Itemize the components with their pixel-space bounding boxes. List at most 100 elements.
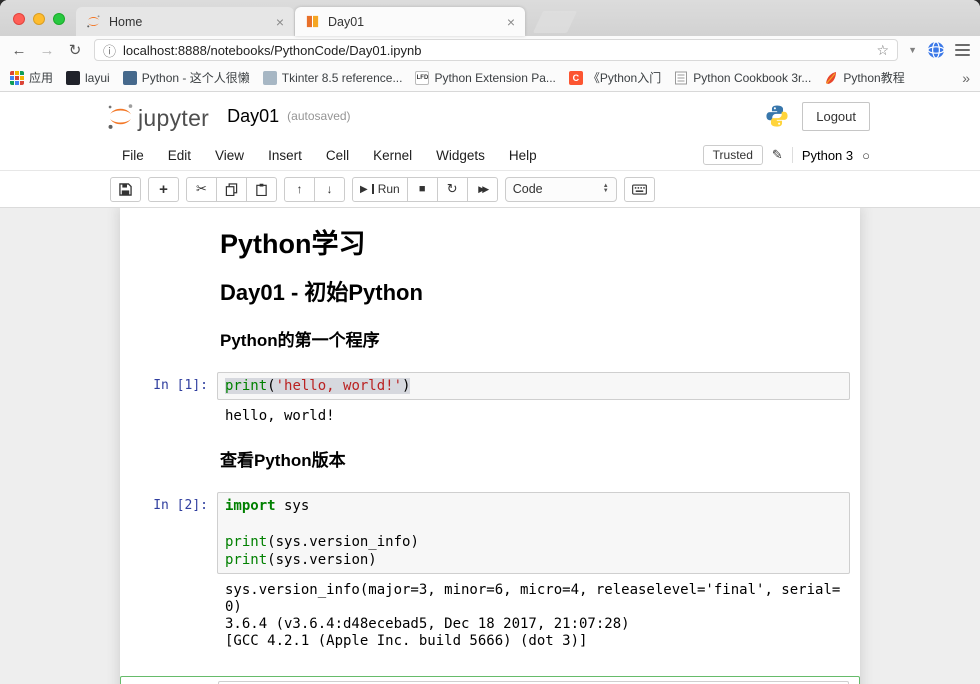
run-cell-button[interactable]: ▶ Run bbox=[352, 177, 408, 202]
heading-first-program: Python的第一个程序 bbox=[220, 331, 850, 350]
input-prompt-2: In [2]: bbox=[120, 492, 217, 514]
trusted-button[interactable]: Trusted bbox=[703, 145, 763, 165]
autosave-status: (autosaved) bbox=[287, 109, 350, 123]
bookmark-csdn[interactable]: C 《Python入门 bbox=[569, 69, 661, 86]
code-cell-2[interactable]: In [2]: import sys print(sys.version_inf… bbox=[120, 492, 860, 574]
save-button[interactable] bbox=[110, 177, 141, 202]
forward-button[interactable]: → bbox=[38, 42, 56, 59]
logout-button[interactable]: Logout bbox=[802, 102, 870, 131]
command-palette-button[interactable] bbox=[624, 177, 655, 202]
notebook-favicon bbox=[305, 14, 320, 29]
bookmark-cookbook[interactable]: Python Cookbook 3r... bbox=[674, 71, 811, 85]
menu-file[interactable]: File bbox=[110, 148, 156, 163]
downloads-dropdown-icon[interactable]: ▼ bbox=[908, 45, 917, 55]
extension-globe-icon[interactable] bbox=[927, 41, 945, 59]
move-cell-up-button[interactable]: ↑ bbox=[284, 177, 315, 202]
copy-icon bbox=[225, 183, 238, 196]
menu-view[interactable]: View bbox=[203, 148, 256, 163]
tab-home-close-icon[interactable]: × bbox=[276, 14, 284, 30]
notebook-scroll-area[interactable]: Python学习 Day01 - 初始Python Python的第一个程序 I… bbox=[0, 208, 980, 684]
restart-run-all-button[interactable]: ▶▶ bbox=[467, 177, 498, 202]
menu-widgets[interactable]: Widgets bbox=[424, 148, 497, 163]
kernel-idle-icon: ○ bbox=[862, 148, 870, 163]
output-text-1: hello, world! bbox=[217, 408, 850, 425]
output-prompt-spacer bbox=[120, 582, 217, 650]
bookmark-layui[interactable]: layui bbox=[66, 71, 110, 85]
bookmark-apps[interactable]: 应用 bbox=[10, 69, 53, 86]
minimize-window-button[interactable] bbox=[33, 13, 45, 25]
stop-icon: ■ bbox=[419, 183, 426, 195]
arrow-down-icon: ↓ bbox=[327, 182, 333, 196]
new-tab-button[interactable] bbox=[533, 11, 577, 33]
tab-home[interactable]: Home × bbox=[76, 7, 294, 36]
cut-cell-button[interactable]: ✂ bbox=[186, 177, 217, 202]
select-carets-icon: ▲▼ bbox=[603, 184, 609, 194]
add-cell-button[interactable]: + bbox=[148, 177, 179, 202]
input-prompt-1: In [1]: bbox=[120, 372, 217, 394]
bookmark-tkinter[interactable]: Tkinter 8.5 reference... bbox=[263, 71, 403, 85]
move-cell-down-button[interactable]: ↓ bbox=[314, 177, 345, 202]
apps-grid-icon bbox=[10, 71, 24, 85]
bookmark-label: layui bbox=[85, 71, 110, 85]
jupyter-favicon bbox=[86, 14, 101, 29]
tab-day01-close-icon[interactable]: × bbox=[507, 14, 515, 30]
separator bbox=[792, 147, 793, 163]
bookmark-python-blog[interactable]: Python - 这个人很懒 bbox=[123, 69, 250, 86]
menu-help[interactable]: Help bbox=[497, 148, 549, 163]
kernel-name: Python 3 bbox=[802, 148, 853, 163]
url-text[interactable]: localhost:8888/notebooks/PythonCode/Day0… bbox=[123, 43, 870, 58]
jupyter-logo[interactable]: jupyter bbox=[106, 102, 209, 131]
browser-menu-icon[interactable] bbox=[955, 44, 970, 56]
feather-favicon bbox=[824, 71, 838, 85]
paste-cell-button[interactable] bbox=[246, 177, 277, 202]
notebook-title[interactable]: Day01 bbox=[227, 106, 279, 127]
back-button[interactable]: ← bbox=[10, 42, 28, 59]
paste-icon bbox=[255, 183, 268, 196]
copy-cell-button[interactable] bbox=[216, 177, 247, 202]
code-editor-1[interactable]: print('hello, world!') bbox=[217, 372, 850, 400]
page-info-icon[interactable]: ⓘ bbox=[103, 41, 116, 60]
markdown-cell-version[interactable]: 查看Python版本 bbox=[220, 451, 850, 470]
url-field[interactable]: ⓘ localhost:8888/notebooks/PythonCode/Da… bbox=[94, 39, 898, 61]
jupyter-logo-text: jupyter bbox=[138, 105, 209, 131]
markdown-cell-title[interactable]: Python学习 Day01 - 初始Python Python的第一个程序 bbox=[220, 229, 850, 350]
bookmark-lfd[interactable]: LFD Python Extension Pa... bbox=[415, 71, 555, 85]
bookmark-python-tutorial[interactable]: Python教程 bbox=[824, 69, 904, 86]
bookmarks-bar: 应用 layui Python - 这个人很懒 Tkinter 8.5 refe… bbox=[0, 64, 980, 92]
tab-day01[interactable]: Day01 × bbox=[295, 7, 525, 36]
interrupt-kernel-button[interactable]: ■ bbox=[407, 177, 438, 202]
restart-kernel-button[interactable]: ↻ bbox=[437, 177, 468, 202]
cell-type-select[interactable]: Code ▲▼ bbox=[505, 177, 617, 202]
code-text: import sys print(sys.version_info) print… bbox=[225, 498, 419, 568]
notebook-toolbar: + ✂ ↑ ↓ ▶ Ru bbox=[0, 171, 980, 208]
python-site-favicon bbox=[123, 71, 137, 85]
keyboard-icon bbox=[632, 184, 647, 195]
bookmarks-overflow-icon[interactable]: » bbox=[962, 70, 970, 86]
bookmark-star-icon[interactable]: ☆ bbox=[877, 42, 890, 59]
book-favicon bbox=[674, 71, 688, 85]
close-window-button[interactable] bbox=[13, 13, 25, 25]
layui-favicon bbox=[66, 71, 80, 85]
tab-day01-label: Day01 bbox=[328, 15, 501, 29]
menu-edit[interactable]: Edit bbox=[156, 148, 203, 163]
notebook-page: Python学习 Day01 - 初始Python Python的第一个程序 I… bbox=[120, 208, 860, 684]
jupyter-logo-icon bbox=[106, 102, 135, 131]
menu-cell[interactable]: Cell bbox=[314, 148, 361, 163]
menu-insert[interactable]: Insert bbox=[256, 148, 314, 163]
menu-kernel[interactable]: Kernel bbox=[361, 148, 424, 163]
code-editor-2[interactable]: import sys print(sys.version_info) print… bbox=[217, 492, 850, 574]
restart-icon: ↻ bbox=[447, 181, 458, 197]
reload-button[interactable]: ↻ bbox=[66, 41, 84, 59]
edit-mode-pencil-icon: ✎ bbox=[772, 147, 783, 163]
zoom-window-button[interactable] bbox=[53, 13, 65, 25]
address-bar: ← → ↻ ⓘ localhost:8888/notebooks/PythonC… bbox=[0, 36, 980, 64]
run-icon-bar bbox=[372, 184, 374, 194]
heading-python-study: Python学习 bbox=[220, 229, 850, 259]
code-cell-3-editing[interactable]: In [ ]: bbox=[120, 676, 860, 684]
arrow-up-icon: ↑ bbox=[297, 182, 303, 196]
lfd-favicon: LFD bbox=[415, 71, 429, 85]
code-cell-1[interactable]: In [1]: print('hello, world!') bbox=[120, 372, 860, 400]
save-icon bbox=[119, 183, 132, 196]
tab-home-label: Home bbox=[109, 15, 270, 29]
csdn-favicon: C bbox=[569, 71, 583, 85]
